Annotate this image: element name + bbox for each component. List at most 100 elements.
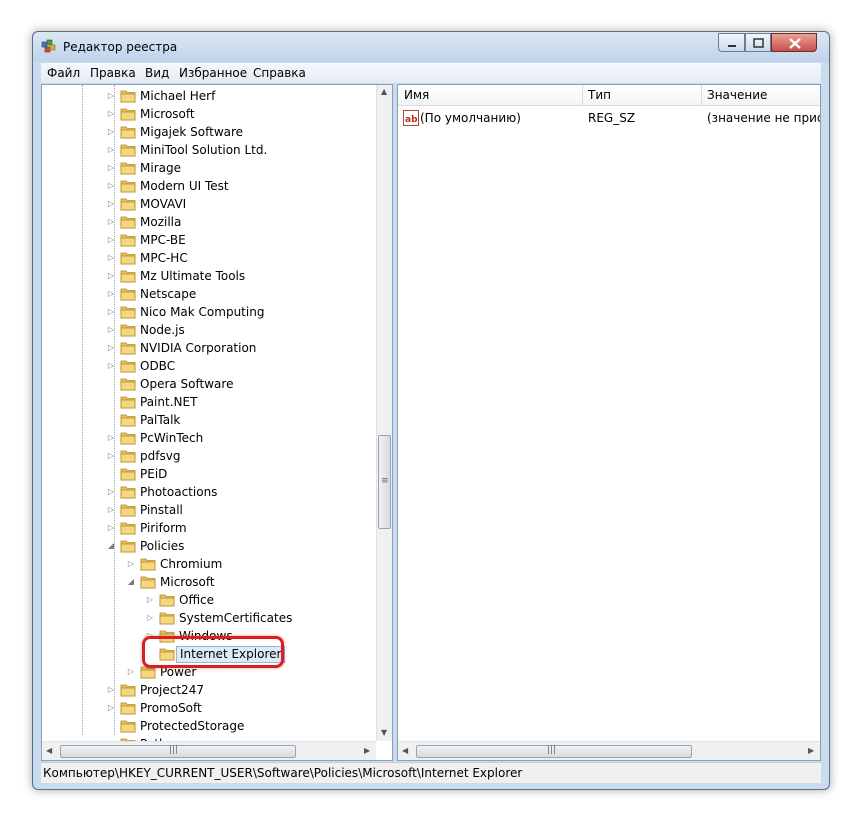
value-row[interactable]: ab (По умолчанию) REG_SZ (значение не пр… — [398, 109, 820, 127]
folder-icon — [120, 522, 136, 535]
menu-edit[interactable]: Правка — [90, 66, 136, 80]
title-bar[interactable]: Редактор реестра — [33, 32, 829, 62]
maximize-button[interactable] — [745, 33, 771, 52]
expand-arrow-icon[interactable]: ▷ — [106, 163, 116, 173]
column-data[interactable]: Значение — [707, 88, 767, 102]
menu-view[interactable]: Вид — [145, 66, 169, 80]
tree-item-label: Microsoft — [160, 575, 215, 589]
expand-arrow-icon[interactable]: ▷ — [145, 613, 155, 623]
expand-arrow-icon[interactable]: ▷ — [106, 451, 116, 461]
scroll-left-icon[interactable]: ◀ — [46, 746, 52, 755]
expand-arrow-icon[interactable]: ▷ — [126, 559, 136, 569]
expand-arrow-icon[interactable]: ▷ — [106, 361, 116, 371]
svg-text:ab: ab — [405, 115, 418, 125]
folder-icon — [120, 414, 136, 427]
scroll-right-icon[interactable]: ▶ — [808, 746, 814, 755]
tree-item-label: Migajek Software — [140, 125, 244, 139]
column-divider[interactable] — [701, 85, 702, 105]
expand-arrow-icon[interactable]: ▷ — [106, 685, 116, 695]
tree-item-label: Opera Software — [140, 377, 234, 391]
menu-file[interactable]: Файл — [47, 66, 80, 80]
tree-vertical-scroll-thumb[interactable]: ≡ — [378, 435, 391, 529]
scroll-up-icon[interactable]: ▲ — [381, 87, 387, 96]
expand-arrow-icon[interactable]: ▷ — [106, 127, 116, 137]
expand-arrow-icon[interactable]: ▷ — [106, 91, 116, 101]
tree-horizontal-scroll-thumb[interactable]: ||| — [60, 745, 296, 758]
tree-item-label: MPC-BE — [140, 233, 186, 247]
expand-arrow-icon[interactable]: ▷ — [106, 703, 116, 713]
tree-vertical-scrollbar[interactable]: ▲ ≡ ▼ — [376, 85, 392, 741]
expand-arrow-icon[interactable]: ▷ — [126, 667, 136, 677]
expand-arrow-icon[interactable]: ▷ — [106, 307, 116, 317]
tree-item-label: Piriform — [140, 521, 187, 535]
folder-icon — [120, 360, 136, 373]
values-horizontal-scrollbar[interactable]: ◀ ||| ▶ — [398, 741, 820, 760]
folder-icon — [120, 252, 136, 265]
scroll-left-icon[interactable]: ◀ — [402, 746, 408, 755]
folder-icon — [120, 288, 136, 301]
no-expander — [106, 397, 116, 407]
expand-arrow-icon[interactable]: ▷ — [106, 235, 116, 245]
scroll-right-icon[interactable]: ▶ — [364, 746, 370, 755]
expand-arrow-icon[interactable]: ▷ — [106, 433, 116, 443]
folder-icon — [140, 558, 156, 571]
grip-icon: ||| — [547, 745, 557, 755]
folder-icon — [120, 450, 136, 463]
tree-item-label: MOVAVI — [140, 197, 187, 211]
menu-bar: Файл Правка Вид Избранное Справка — [41, 63, 821, 83]
tree-item-label: MPC-HC — [140, 251, 188, 265]
close-button[interactable] — [771, 33, 817, 52]
values-horizontal-scroll-thumb[interactable]: ||| — [416, 745, 692, 758]
expand-arrow-icon[interactable]: ▷ — [106, 181, 116, 191]
tree-item-label: ProtectedStorage — [140, 719, 245, 733]
folder-icon — [120, 720, 136, 733]
expand-arrow-icon[interactable]: ▷ — [106, 289, 116, 299]
expand-arrow-icon[interactable]: ▷ — [106, 109, 116, 119]
expand-arrow-icon[interactable]: ▷ — [106, 199, 116, 209]
column-name[interactable]: Имя — [404, 88, 429, 102]
expand-arrow-icon[interactable]: ▷ — [106, 523, 116, 533]
folder-icon — [120, 342, 136, 355]
folder-icon — [120, 396, 136, 409]
column-divider[interactable] — [582, 85, 583, 105]
tree-item-label: Chromium — [160, 557, 223, 571]
minimize-button[interactable] — [718, 33, 745, 52]
menu-favorites[interactable]: Избранное — [179, 66, 247, 80]
folder-icon — [120, 270, 136, 283]
tree-item-label: Node.js — [140, 323, 185, 337]
menu-help[interactable]: Справка — [253, 66, 306, 80]
expand-arrow-icon[interactable]: ▷ — [106, 505, 116, 515]
folder-icon — [120, 198, 136, 211]
collapse-arrow-icon[interactable]: ◢ — [106, 541, 116, 551]
status-bar: Компьютер\HKEY_CURRENT_USER\Software\Pol… — [41, 762, 821, 783]
expand-arrow-icon[interactable]: ▷ — [106, 253, 116, 263]
tree-item-label: Mirage — [140, 161, 181, 175]
collapse-arrow-icon[interactable]: ◢ — [126, 577, 136, 587]
expand-arrow-icon[interactable]: ▷ — [106, 343, 116, 353]
folder-icon — [120, 126, 136, 139]
expand-arrow-icon[interactable]: ▷ — [145, 595, 155, 605]
tree-item-label: Netscape — [140, 287, 197, 301]
folder-icon — [120, 432, 136, 445]
tree-item-label: Microsoft — [140, 107, 195, 121]
tree-item-label: SystemCertificates — [179, 611, 293, 625]
expand-arrow-icon[interactable]: ▷ — [106, 145, 116, 155]
tree-item-label: Pinstall — [140, 503, 183, 517]
tree-item-label: PcWinTech — [140, 431, 204, 445]
no-expander — [106, 415, 116, 425]
column-type[interactable]: Тип — [588, 88, 611, 102]
expand-arrow-icon[interactable]: ▷ — [106, 487, 116, 497]
values-pane: Имя Тип Значение ab (По умолчанию) REG_S… — [397, 84, 821, 761]
scroll-down-icon[interactable]: ▼ — [381, 728, 387, 737]
no-expander — [106, 469, 116, 479]
expand-arrow-icon[interactable]: ▷ — [106, 271, 116, 281]
tree-item-label: MiniTool Solution Ltd. — [140, 143, 268, 157]
tree-horizontal-scrollbar[interactable]: ◀ ||| ▶ — [42, 741, 376, 760]
expand-arrow-icon[interactable]: ▷ — [106, 325, 116, 335]
folder-icon — [120, 180, 136, 193]
tree-item-label: Policies — [140, 539, 185, 553]
tree-item-label: ODBC — [140, 359, 176, 373]
tree-item-label: Nico Mak Computing — [140, 305, 265, 319]
expand-arrow-icon[interactable]: ▷ — [106, 217, 116, 227]
folder-icon — [120, 504, 136, 517]
